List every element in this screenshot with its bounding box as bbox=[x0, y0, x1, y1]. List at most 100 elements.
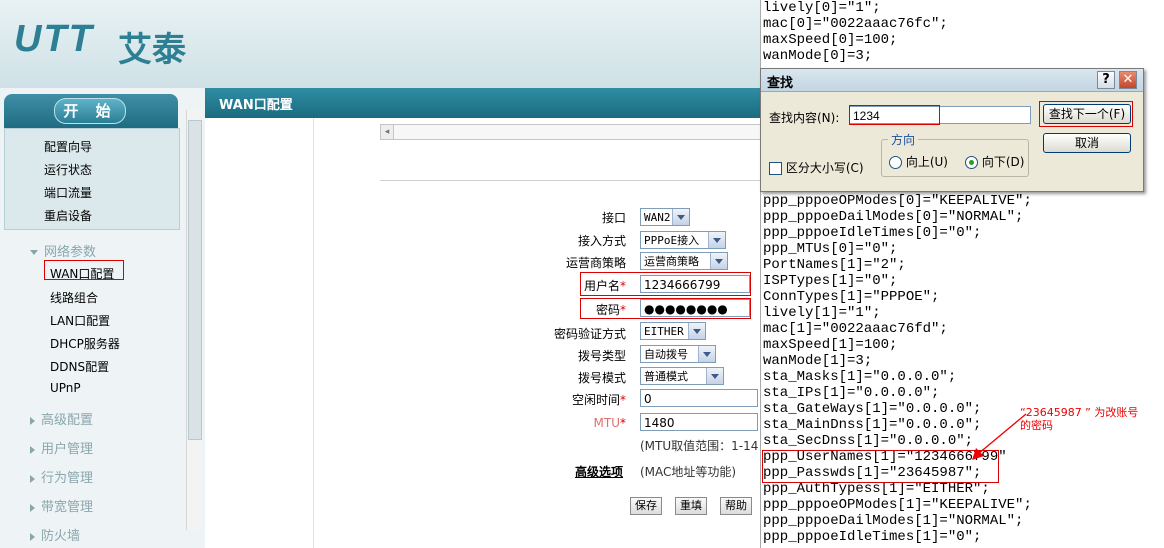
checkbox-icon[interactable] bbox=[769, 162, 782, 175]
auth-label: 密码验证方式 bbox=[553, 327, 626, 341]
chevron-down-icon[interactable] bbox=[698, 346, 715, 362]
section-label: 网络参数 bbox=[44, 245, 97, 260]
auth-value: EITHER bbox=[644, 325, 684, 338]
section-firewall[interactable]: 防火墙 bbox=[30, 525, 80, 544]
horizontal-scrollbar[interactable]: ◂ bbox=[380, 124, 762, 140]
find-what-label: 查找内容(N): bbox=[769, 111, 840, 125]
sidebar-item-lan[interactable]: LAN口配置 bbox=[50, 312, 110, 329]
sidebar-scrollbar[interactable] bbox=[186, 110, 202, 530]
code-line: ppp_pppoeOPModes[1]="KEEPALIVE"; bbox=[763, 497, 1032, 513]
radio-icon[interactable] bbox=[889, 156, 902, 169]
code-line: ISPTypes[1]="0"; bbox=[763, 273, 898, 289]
highlight-box bbox=[44, 260, 124, 280]
chevron-down-icon[interactable] bbox=[688, 323, 705, 339]
highlight-box bbox=[580, 272, 751, 296]
code-line: PortNames[1]="2"; bbox=[763, 257, 906, 273]
find-dialog: 查找 ? ✕ 查找内容(N): 1234 查找下一个(F) 取消 方向 向上(U… bbox=[760, 68, 1144, 192]
menu-item-traffic[interactable]: 端口流量 bbox=[44, 184, 92, 201]
mtu-input[interactable]: 1480 bbox=[640, 413, 758, 431]
code-line: wanMode[0]=3; bbox=[763, 48, 873, 64]
sidebar-item-line-group[interactable]: 线路组合 bbox=[50, 289, 98, 306]
menu-item-reboot[interactable]: 重启设备 bbox=[44, 207, 92, 224]
dial-mode-label: 拨号模式 bbox=[577, 371, 626, 385]
header-banner: UTT 艾泰 bbox=[0, 0, 760, 88]
help-icon[interactable]: ? bbox=[1097, 71, 1115, 89]
chevron-down-icon[interactable] bbox=[710, 253, 727, 269]
section-behavior[interactable]: 行为管理 bbox=[30, 467, 93, 486]
brand-name: 艾泰 bbox=[118, 30, 186, 70]
isp-label: 运营商策略 bbox=[565, 256, 626, 270]
sidebar-item-dhcp[interactable]: DHCP服务器 bbox=[50, 335, 120, 352]
section-network[interactable]: 网络参数 bbox=[30, 241, 96, 260]
dial-type-value: 自动拨号 bbox=[644, 348, 688, 361]
direction-label: 方向 bbox=[888, 131, 919, 148]
advanced-options-link[interactable]: 高级选项 bbox=[575, 463, 623, 480]
cancel-button[interactable]: 取消 bbox=[1043, 133, 1131, 153]
code-line: sta_MainDnss[1]="0.0.0.0"; bbox=[763, 417, 982, 433]
code-line: ppp_MTUs[0]="0"; bbox=[763, 241, 898, 257]
chevron-down-icon[interactable] bbox=[706, 368, 723, 384]
isp-select[interactable]: 运营商策略 bbox=[640, 252, 728, 270]
code-line: ConnTypes[1]="PPPOE"; bbox=[763, 289, 940, 305]
radio-down-label: 向下(D) bbox=[981, 155, 1025, 169]
chevron-right-icon bbox=[30, 503, 35, 512]
divider bbox=[380, 180, 760, 181]
save-button[interactable]: 保存 bbox=[630, 497, 662, 515]
sidebar-item-ddns[interactable]: DDNS配置 bbox=[50, 358, 109, 375]
code-line: ppp_pppoeOPModes[0]="KEEPALIVE"; bbox=[763, 193, 1032, 209]
highlight-box bbox=[1039, 101, 1133, 127]
dialog-titlebar[interactable]: 查找 ? ✕ bbox=[761, 69, 1143, 92]
section-label: 高级配置 bbox=[41, 413, 94, 428]
match-case-checkbox[interactable]: 区分大小写(C) bbox=[769, 159, 864, 176]
code-line: mac[0]="0022aaac76fc"; bbox=[763, 16, 948, 32]
brand-logo: UTT bbox=[14, 18, 94, 60]
sidebar-item-upnp[interactable]: UPnP bbox=[50, 381, 81, 395]
start-button[interactable]: 开 始 bbox=[54, 98, 126, 124]
radio-selected-icon[interactable] bbox=[965, 156, 978, 169]
chevron-down-icon[interactable] bbox=[708, 232, 725, 248]
annotation-line: 的密码 bbox=[1020, 419, 1053, 432]
scroll-left-icon[interactable]: ◂ bbox=[381, 125, 394, 139]
scrollbar-thumb[interactable] bbox=[188, 120, 202, 440]
isp-value: 运营商策略 bbox=[644, 255, 699, 268]
dial-type-label: 拨号类型 bbox=[577, 349, 626, 363]
auth-select[interactable]: EITHER bbox=[640, 322, 706, 340]
access-select[interactable]: PPPoE接入 bbox=[640, 231, 726, 249]
port-select[interactable]: WAN2 bbox=[640, 208, 690, 226]
code-line: sta_IPs[1]="0.0.0.0"; bbox=[763, 385, 940, 401]
code-line: sta_Masks[1]="0.0.0.0"; bbox=[763, 369, 957, 385]
radio-down[interactable]: 向下(D) bbox=[965, 153, 1024, 170]
menu-item-status[interactable]: 运行状态 bbox=[44, 161, 92, 178]
port-label: 接口 bbox=[601, 211, 626, 225]
sidebar: 开 始 配置向导 运行状态 端口流量 重启设备 网络参数 WAN口配置 线路组合… bbox=[0, 88, 206, 548]
close-icon[interactable]: ✕ bbox=[1119, 71, 1137, 89]
chevron-right-icon bbox=[30, 532, 35, 541]
dialog-title: 查找 bbox=[767, 76, 794, 91]
page-title-bar: WAN口配置 bbox=[205, 88, 760, 118]
section-label: 用户管理 bbox=[41, 442, 94, 457]
content-margin bbox=[205, 118, 314, 548]
code-line: ppp_pppoeIdleTimes[1]="0"; bbox=[763, 529, 982, 545]
chevron-down-icon[interactable] bbox=[672, 209, 689, 225]
port-value: WAN2 bbox=[644, 211, 671, 224]
radio-up-label: 向上(U) bbox=[905, 155, 948, 169]
idle-time-input[interactable]: 0 bbox=[640, 389, 758, 407]
dial-mode-select[interactable]: 普通模式 bbox=[640, 367, 724, 385]
dial-type-select[interactable]: 自动拨号 bbox=[640, 345, 716, 363]
access-value: PPPoE接入 bbox=[644, 234, 700, 247]
section-advanced[interactable]: 高级配置 bbox=[30, 409, 93, 428]
section-label: 带宽管理 bbox=[41, 500, 94, 515]
advanced-note: (MAC地址等功能) bbox=[640, 465, 737, 479]
code-line: sta_GateWays[1]="0.0.0.0"; bbox=[763, 401, 982, 417]
section-label: 防火墙 bbox=[41, 529, 81, 544]
page-title: WAN口配置 bbox=[219, 98, 293, 113]
section-bandwidth[interactable]: 带宽管理 bbox=[30, 496, 93, 515]
radio-up[interactable]: 向上(U) bbox=[889, 153, 948, 170]
section-users[interactable]: 用户管理 bbox=[30, 438, 93, 457]
code-line: maxSpeed[0]=100; bbox=[763, 32, 898, 48]
annotation-line: “23645987 ” 为改账号 bbox=[1020, 406, 1139, 419]
menu-item-wizard[interactable]: 配置向导 bbox=[44, 138, 92, 155]
code-line: sta_SecDnss[1]="0.0.0.0"; bbox=[763, 433, 974, 449]
reset-button[interactable]: 重填 bbox=[675, 497, 707, 515]
help-button[interactable]: 帮助 bbox=[720, 497, 752, 515]
